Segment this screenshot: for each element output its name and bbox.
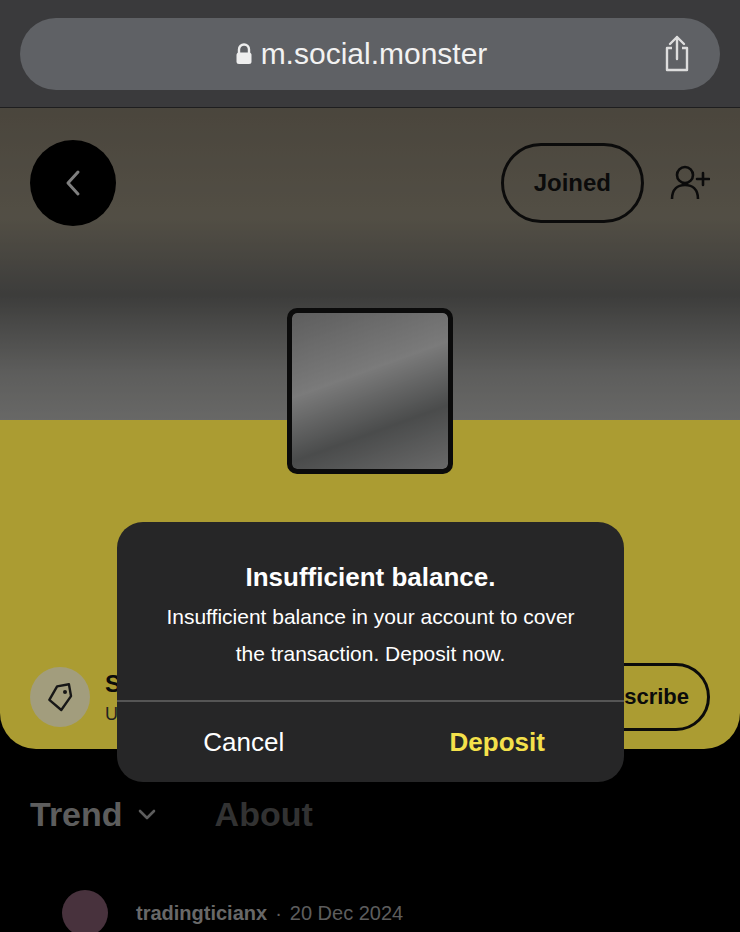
dialog-message: Insufficient balance in your account to …	[149, 598, 592, 672]
lock-icon	[235, 43, 253, 65]
browser-bar: m.social.monster	[0, 0, 740, 108]
url-text: m.social.monster	[261, 37, 488, 71]
dialog-title: Insufficient balance.	[149, 560, 592, 594]
dialog-button[interactable]: Cancel	[117, 702, 371, 782]
dialog-button[interactable]: Deposit	[371, 702, 625, 782]
share-icon[interactable]	[662, 35, 692, 73]
address-bar[interactable]: m.social.monster	[20, 18, 720, 90]
alert-dialog: Insufficient balance. Insufficient balanc…	[117, 522, 624, 782]
screen: m.social.monster JoinedSUscribeTrendAbout…	[0, 0, 740, 932]
page: JoinedSUscribeTrendAbouttradingticianx·2…	[0, 108, 740, 932]
modal-scrim	[0, 108, 740, 932]
